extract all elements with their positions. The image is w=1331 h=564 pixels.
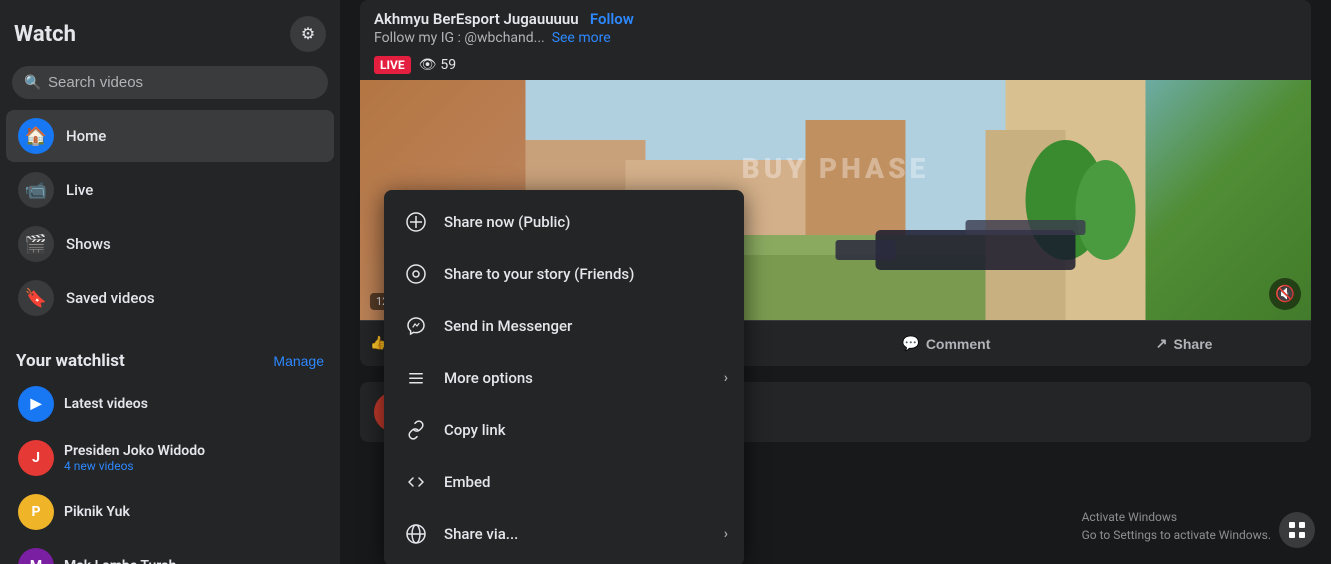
see-more-link[interactable]: See more: [552, 30, 611, 46]
menu-label-more-options: More options: [444, 369, 533, 387]
share-public-icon: [400, 206, 432, 238]
lambe-info: Mak Lambe Turah: [64, 558, 176, 564]
video-top-bar: Akhmyu BerEsport Jugauuuuu Follow Follow…: [360, 0, 1311, 52]
sidebar-item-shows[interactable]: 🎬 Shows: [6, 218, 334, 270]
menu-item-messenger[interactable]: Send in Messenger: [384, 300, 744, 352]
latest-avatar: ▶: [18, 386, 54, 422]
search-wrapper: 🔍: [12, 66, 328, 99]
menu-label-messenger: Send in Messenger: [444, 317, 572, 335]
channel-name-text: Akhmyu BerEsport Jugauuuuu: [374, 10, 579, 28]
share-via-arrow: ›: [724, 526, 728, 542]
menu-label-share-via: Share via...: [444, 525, 518, 543]
joko-info: Presiden Joko Widodo 4 new videos: [64, 443, 205, 473]
eye-icon: 👁: [419, 57, 437, 73]
latest-label: Latest videos: [64, 396, 148, 412]
mute-button[interactable]: 🔇: [1269, 278, 1301, 310]
menu-item-share-story[interactable]: Share to your story (Friends): [384, 248, 744, 300]
more-options-arrow: ›: [724, 370, 728, 386]
manage-button[interactable]: Manage: [273, 353, 324, 369]
menu-item-copy-link[interactable]: Copy link: [384, 404, 744, 456]
lambe-label: Mak Lambe Turah: [64, 558, 176, 564]
share-button[interactable]: ↗ Share: [1067, 327, 1301, 360]
context-menu: Share now (Public) Share to your story (…: [384, 190, 744, 564]
sidebar-item-live-label: Live: [66, 181, 93, 199]
live-bar: LIVE 👁 59: [360, 52, 1311, 80]
sidebar-item-home-label: Home: [66, 127, 106, 145]
sidebar: Watch ⚙ 🔍 🏠 Home 📹 Live 🎬 Shows 🔖 Saved …: [0, 0, 340, 564]
main-content: Akhmyu BerEsport Jugauuuuu Follow Follow…: [340, 0, 1331, 564]
live-icon: 📹: [18, 172, 54, 208]
windows-settings-button[interactable]: [1279, 512, 1315, 548]
piknik-label: Piknik Yuk: [64, 504, 130, 520]
home-icon: 🏠: [18, 118, 54, 154]
list-item-latest[interactable]: ▶ Latest videos: [6, 378, 334, 430]
sidebar-header: Watch ⚙: [0, 0, 340, 60]
shows-icon: 🎬: [18, 226, 54, 262]
sidebar-item-saved-label: Saved videos: [66, 289, 155, 307]
game-text: BUY PHASE: [742, 152, 930, 185]
share-story-icon: [400, 258, 432, 290]
sidebar-item-saved[interactable]: 🔖 Saved videos: [6, 272, 334, 324]
menu-label-share-story: Share to your story (Friends): [444, 265, 634, 283]
follow-button-inline[interactable]: Follow: [590, 10, 634, 28]
sidebar-item-shows-label: Shows: [66, 235, 111, 253]
watchlist-title: Your watchlist: [16, 351, 125, 371]
comment-button[interactable]: 💬 Comment: [830, 327, 1064, 360]
sidebar-title: Watch: [14, 22, 76, 47]
menu-label-copy-link: Copy link: [444, 421, 506, 439]
viewer-count: 👁 59: [419, 57, 457, 73]
more-options-icon: [400, 362, 432, 394]
video-description: Follow my IG : @wbchand... See more: [374, 30, 1297, 46]
piknik-info: Piknik Yuk: [64, 504, 130, 520]
menu-label-embed: Embed: [444, 473, 490, 491]
mute-icon: 🔇: [1275, 284, 1295, 304]
watchlist-header: Your watchlist Manage: [0, 345, 340, 377]
joko-avatar: J: [18, 440, 54, 476]
live-badge: LIVE: [374, 56, 411, 74]
gear-icon: ⚙: [301, 24, 315, 44]
list-item-lambe[interactable]: M Mak Lambe Turah: [6, 540, 334, 564]
saved-icon: 🔖: [18, 280, 54, 316]
latest-info: Latest videos: [64, 396, 148, 412]
menu-item-share-via[interactable]: Share via... ›: [384, 508, 744, 560]
sidebar-item-live[interactable]: 📹 Live: [6, 164, 334, 216]
menu-item-share-public[interactable]: Share now (Public): [384, 196, 744, 248]
comment-icon: 💬: [902, 335, 919, 352]
joko-label: Presiden Joko Widodo: [64, 443, 205, 459]
piknik-avatar: P: [18, 494, 54, 530]
lambe-avatar: M: [18, 548, 54, 564]
share-icon: ↗: [1156, 335, 1168, 352]
menu-label-share-public: Share now (Public): [444, 213, 570, 231]
search-input[interactable]: [12, 66, 328, 99]
copy-link-icon: [400, 414, 432, 446]
channel-name-row: Akhmyu BerEsport Jugauuuuu Follow: [374, 10, 1297, 28]
messenger-icon: [400, 310, 432, 342]
menu-item-embed[interactable]: Embed: [384, 456, 744, 508]
list-item-joko[interactable]: J Presiden Joko Widodo 4 new videos: [6, 432, 334, 484]
sidebar-item-home[interactable]: 🏠 Home: [6, 110, 334, 162]
share-via-icon: [400, 518, 432, 550]
joko-sub: 4 new videos: [64, 459, 205, 473]
menu-item-more-options[interactable]: More options ›: [384, 352, 744, 404]
list-item-piknik[interactable]: P Piknik Yuk: [6, 486, 334, 538]
settings-button[interactable]: ⚙: [290, 16, 326, 52]
embed-icon: [400, 466, 432, 498]
